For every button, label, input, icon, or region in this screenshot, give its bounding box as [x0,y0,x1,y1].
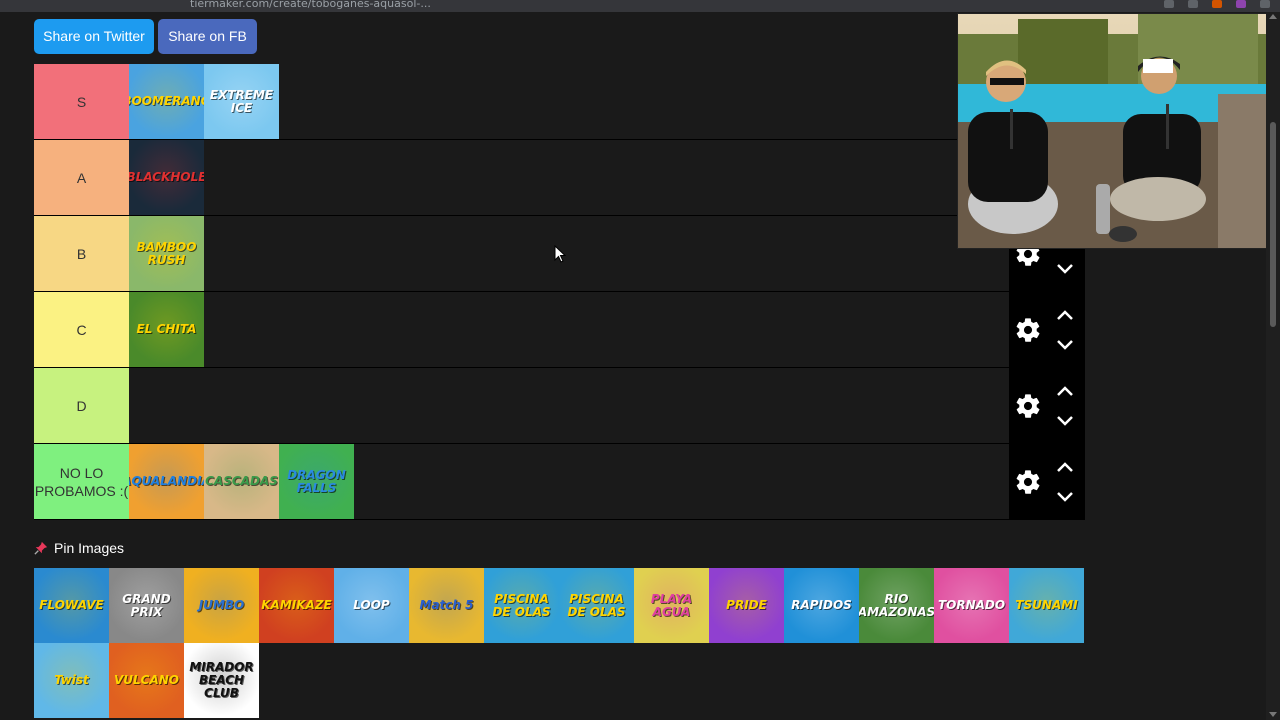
tier-label[interactable]: C [34,292,129,367]
tier-items-dropzone[interactable]: BOOMERANG EXTREME ICE [129,64,1009,139]
tier-image-label: BLACKHOLE [129,170,204,184]
scrollbar-thumb[interactable] [1270,122,1276,327]
tier-image-label: CASCADAS [205,474,278,488]
tier-label[interactable]: B [34,216,129,291]
tier-image-rapidos[interactable]: RAPIDOS [784,568,859,643]
webcam-overlay [957,13,1267,249]
tier-label[interactable]: D [34,368,129,443]
profile-icon[interactable] [1236,0,1246,8]
tier-label[interactable]: S [34,64,129,139]
tier-row: A BLACKHOLE [34,140,1085,216]
gear-icon[interactable] [1014,392,1042,420]
tier-items-dropzone[interactable]: AQUALANDIACASCADAS DRAGON FALLS [129,444,1009,519]
tier-image-kamikaze[interactable]: KAMIKAZE [259,568,334,643]
tier-image-mirador[interactable]: MIRADOR BEACH CLUB [184,643,259,718]
tier-image-flowave[interactable]: FLOWAVE [34,568,109,643]
tier-image-label: AQUALANDIA [129,474,204,488]
tier-image-label: PLAYA AGUA [650,591,693,619]
page-scrollbar[interactable] [1266,12,1280,720]
share-twitter-button[interactable]: Share on Twitter [34,19,154,54]
tier-controls [1009,292,1085,368]
tier-image-label: JUMBO [198,598,245,612]
tier-image-twist[interactable]: Twist [34,643,109,718]
star-icon[interactable] [1164,0,1174,8]
tier-image-match-5[interactable]: Match 5 [409,568,484,643]
menu-icon[interactable] [1260,0,1270,8]
mouse-cursor-icon [554,245,566,263]
share-fb-button[interactable]: Share on FB [158,19,257,54]
gear-icon[interactable] [1014,316,1042,344]
move-tier-arrows-icon[interactable] [1053,308,1077,352]
tier-label[interactable]: NO LO PROBAMOS :( [34,444,129,519]
tier-image-label: PISCINA DE OLAS [567,591,626,619]
scroll-up-icon[interactable] [1269,14,1277,19]
tier-image-tsunami[interactable]: TSUNAMI [1009,568,1084,643]
tier-image-el-chita[interactable]: EL CHITA [129,292,204,367]
tier-items-dropzone[interactable]: BAMBOO RUSH [129,216,1009,291]
tier-image-label: RIO AMAZONAS [859,591,934,619]
tier-image-label: GRAND PRIX [122,591,171,619]
tier-image-label: PRIDE [726,598,767,612]
tier-image-label: PISCINA DE OLAS [492,591,551,619]
tier-image-label: KAMIKAZE [261,598,332,612]
scroll-down-icon[interactable] [1269,712,1277,717]
tier-image-label: BOOMERANG [129,94,204,108]
tier-image-label: VULCANO [113,673,179,687]
tier-image-pride[interactable]: PRIDE [709,568,784,643]
tier-row: NO LO PROBAMOS :(AQUALANDIACASCADAS DRAGO… [34,444,1085,520]
tier-image-bamboo-rush[interactable]: BAMBOO RUSH [129,216,204,291]
tier-list: SBOOMERANGEXTREME ICEABLACKHOLEBBAMBOO R… [34,64,1085,520]
tier-image-label: FLOWAVE [39,598,104,612]
tier-image-playa-agua[interactable]: PLAYA AGUA [634,568,709,643]
tier-controls [1009,444,1085,520]
tier-image-label: DRAGON FALLS [287,467,346,495]
tier-image-label: EXTREME ICE [209,87,274,115]
share-buttons: Share on Twitter Share on FB [34,19,257,54]
tier-image-loop[interactable]: LOOP [334,568,409,643]
gear-icon[interactable] [1014,468,1042,496]
tier-image-vulcano[interactable]: VULCANO [109,643,184,718]
tier-image-label: Match 5 [419,598,474,612]
tier-image-label: Twist [54,673,89,687]
tier-image-label: EL CHITA [136,322,197,336]
pushpin-icon [34,541,48,555]
tier-image-label: TSUNAMI [1015,598,1078,612]
webcam-image [958,14,1266,248]
tier-image-tornado[interactable]: TORNADO [934,568,1009,643]
tier-image-piscina-de-olas-2[interactable]: PISCINA DE OLAS [559,568,634,643]
tier-image-label: RAPIDOS [791,598,852,612]
tier-image-blackhole[interactable]: BLACKHOLE [129,140,204,215]
tier-image-grand-prix[interactable]: GRAND PRIX [109,568,184,643]
tier-row: SBOOMERANG EXTREME ICE [34,64,1085,140]
tier-image-label: LOOP [353,598,390,612]
move-tier-arrows-icon[interactable] [1053,460,1077,504]
pinned-images-grid: FLOWAVE GRAND PRIX JUMBO KAMIKAZE LOOP Match … [34,568,1085,718]
tier-image-extreme-ice[interactable]: EXTREME ICE [204,64,279,139]
tier-image-dragon-falls[interactable]: DRAGON FALLS [279,444,354,519]
tier-row: D [34,368,1085,444]
extension-icon[interactable] [1188,0,1198,8]
tier-image-label: MIRADOR BEACH CLUB [189,660,254,700]
tier-image-rio-amazonas[interactable]: RIO AMAZONAS [859,568,934,643]
tier-label[interactable]: A [34,140,129,215]
move-tier-arrows-icon[interactable] [1053,384,1077,428]
tier-image-label: BAMBOO RUSH [136,239,197,267]
tier-items-dropzone[interactable]: EL CHITA [129,292,1009,367]
tier-image-boomerang[interactable]: BOOMERANG [129,64,204,139]
browser-toolbar: tiermaker.com/create/toboganes-aquasol-.… [0,0,1280,12]
pin-images-label: Pin Images [54,540,125,556]
tier-controls [1009,368,1085,444]
tier-image-piscina-de-olas-1[interactable]: PISCINA DE OLAS [484,568,559,643]
pin-images-header: Pin Images [34,540,124,556]
tier-image-aqualandia[interactable]: AQUALANDIA [129,444,204,519]
tier-items-dropzone[interactable] [129,368,1009,443]
tier-items-dropzone[interactable]: BLACKHOLE [129,140,1009,215]
tier-image-label: TORNADO [937,598,1006,612]
tier-image-jumbo[interactable]: JUMBO [184,568,259,643]
tier-row: C EL CHITA [34,292,1085,368]
extension-icon[interactable] [1212,0,1222,8]
address-bar[interactable]: tiermaker.com/create/toboganes-aquasol-.… [190,0,431,10]
tier-image-cascadas[interactable]: CASCADAS [204,444,279,519]
browser-icons [1164,0,1270,8]
